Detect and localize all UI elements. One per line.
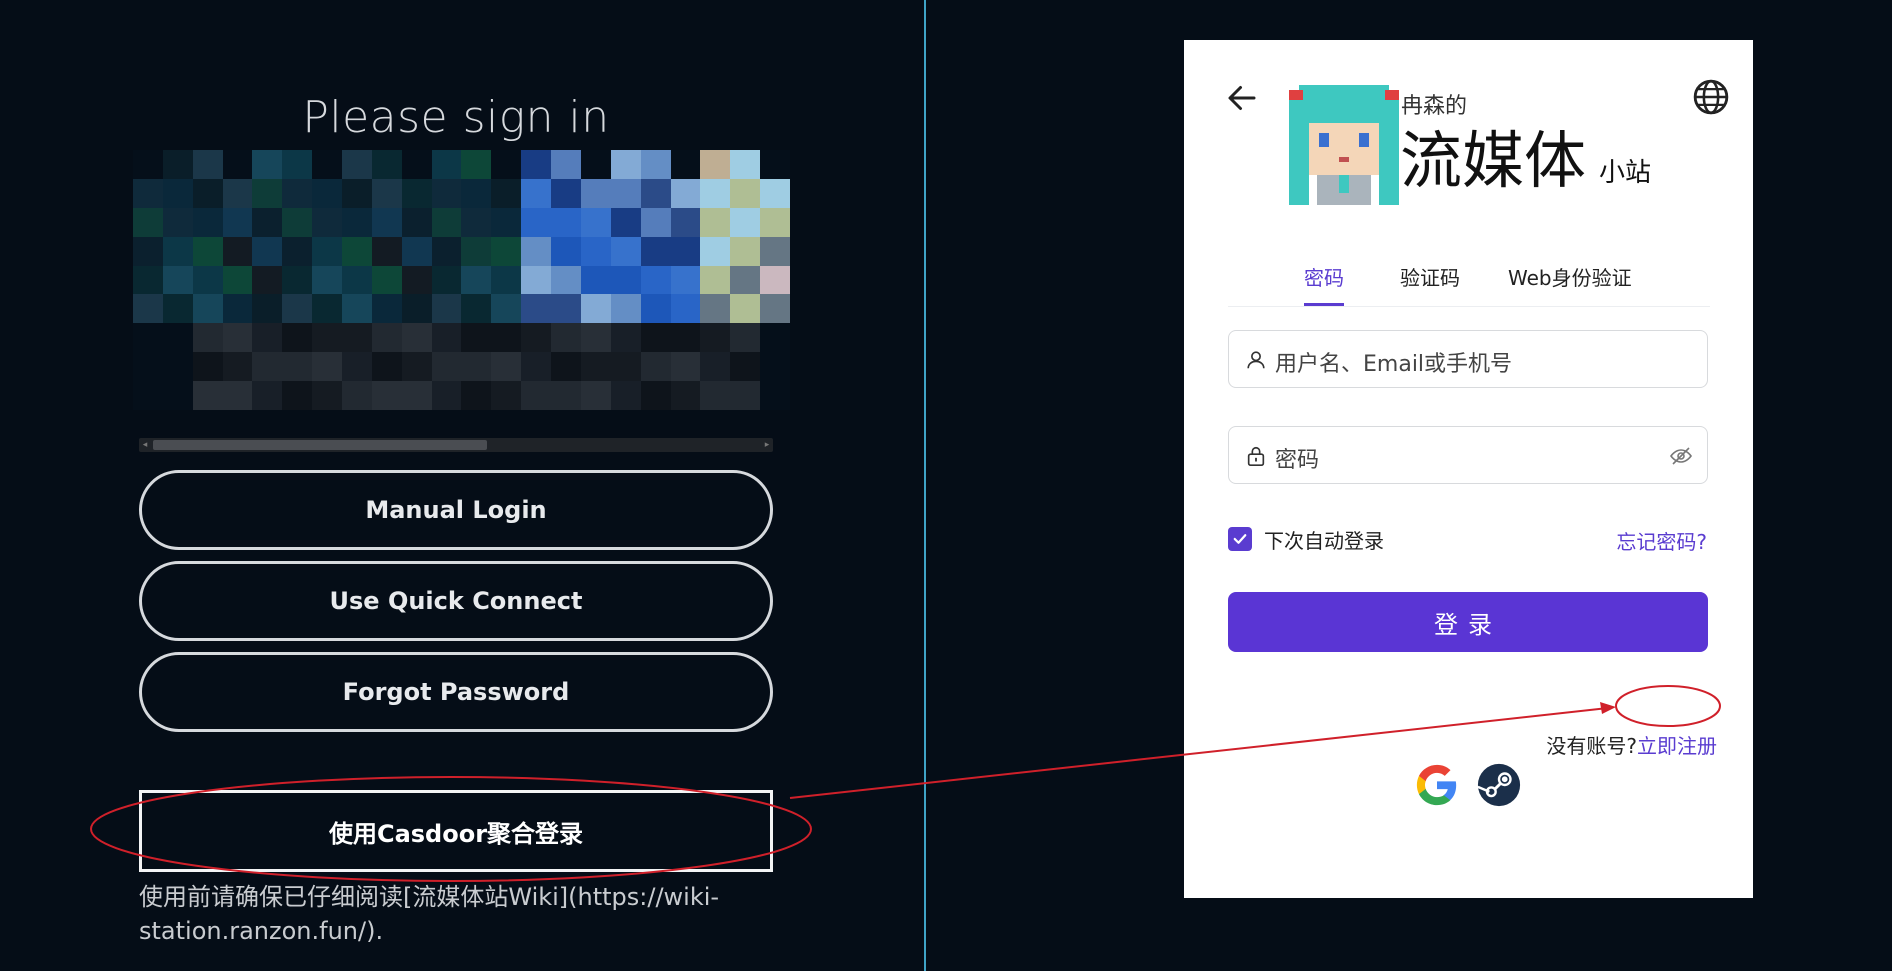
signup-link[interactable]: 立即注册 bbox=[1637, 734, 1717, 758]
login-button[interactable]: 登录 bbox=[1228, 592, 1708, 652]
scroll-left-arrow-icon[interactable]: ◂ bbox=[139, 438, 151, 452]
forgot-password-link[interactable]: 忘记密码? bbox=[1616, 526, 1707, 555]
logo-sub-text: 小站 bbox=[1599, 158, 1652, 188]
casdoor-login-button[interactable]: 使用Casdoor聚合登录 bbox=[139, 790, 773, 872]
user-icon bbox=[1247, 351, 1265, 369]
wiki-note: 使用前请确保已仔细阅读[流媒体站Wiki](https://wiki-stati… bbox=[139, 883, 720, 945]
jellyfin-login-pane: Please sign in ◂ ▸ Manual Login Use Quic… bbox=[0, 0, 924, 971]
remember-me-label: 下次自动登录 bbox=[1264, 528, 1384, 553]
scroll-right-arrow-icon[interactable]: ▸ bbox=[761, 438, 773, 452]
remember-me-checkbox[interactable]: 下次自动登录 bbox=[1228, 524, 1384, 554]
quick-connect-button[interactable]: Use Quick Connect bbox=[139, 561, 773, 641]
manual-login-button[interactable]: Manual Login bbox=[139, 470, 773, 550]
checkbox-checked-icon[interactable] bbox=[1228, 527, 1252, 551]
username-placeholder: 用户名、Email或手机号 bbox=[1275, 352, 1513, 377]
tab-password[interactable]: 密码 bbox=[1304, 262, 1344, 306]
language-globe-icon[interactable] bbox=[1692, 78, 1730, 116]
password-field[interactable]: 密码 bbox=[1228, 426, 1708, 484]
blurred-user-avatars bbox=[133, 150, 790, 410]
pixel-avatar-logo bbox=[1289, 85, 1399, 205]
tab-webauthn[interactable]: Web身份验证 bbox=[1508, 262, 1632, 303]
casdoor-login-card: 冉森的 流媒体 小站 密码 验证码 Web身份验证 用户名、Email或手机号 … bbox=[1184, 40, 1753, 898]
back-arrow-icon[interactable] bbox=[1224, 80, 1260, 116]
username-field[interactable]: 用户名、Email或手机号 bbox=[1228, 330, 1708, 388]
lock-icon bbox=[1247, 446, 1265, 466]
scrollbar-thumb[interactable] bbox=[153, 440, 487, 450]
horizontal-scrollbar[interactable]: ◂ ▸ bbox=[139, 438, 773, 452]
signup-row: 没有账号?立即注册 bbox=[1546, 730, 1717, 759]
login-method-tabs: 密码 验证码 Web身份验证 bbox=[1228, 262, 1710, 307]
no-account-text: 没有账号? bbox=[1546, 734, 1637, 758]
logo-main-text: 流媒体 bbox=[1400, 124, 1587, 197]
google-icon[interactable] bbox=[1414, 762, 1460, 808]
third-party-providers bbox=[1414, 762, 1522, 808]
page-title: Please sign in bbox=[302, 92, 610, 143]
steam-icon[interactable] bbox=[1476, 762, 1522, 808]
eye-invisible-icon[interactable] bbox=[1669, 444, 1693, 468]
password-placeholder: 密码 bbox=[1275, 448, 1320, 473]
forgot-password-button[interactable]: Forgot Password bbox=[139, 652, 773, 732]
tab-verification-code[interactable]: 验证码 bbox=[1400, 262, 1460, 303]
